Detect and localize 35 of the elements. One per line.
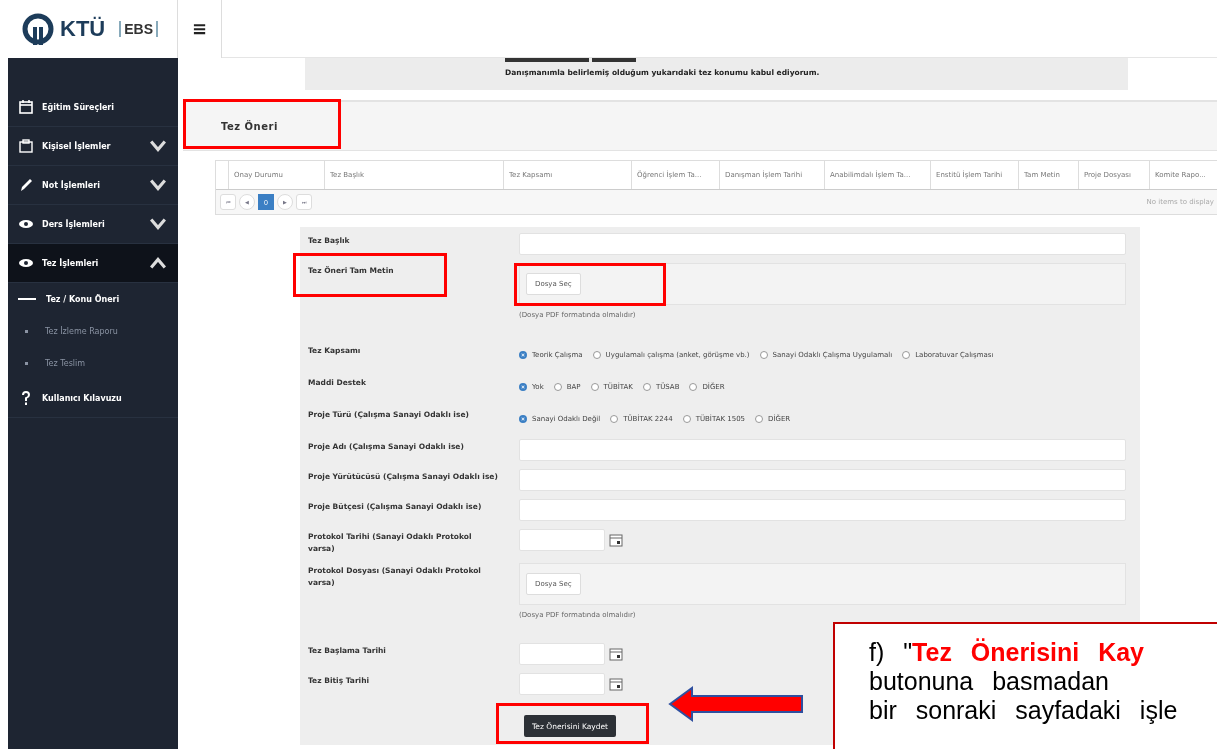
sidebar-item[interactable]: Kişisel İşlemler — [8, 127, 178, 166]
arrow-icon — [668, 686, 804, 722]
sidebar-item[interactable]: Kullanıcı Kılavuzu — [8, 379, 178, 418]
logo-badge: EBS — [119, 21, 158, 37]
calendar-icon — [18, 99, 34, 115]
chevron-icon — [150, 216, 166, 232]
menu-button[interactable]: ≡ — [178, 0, 222, 58]
calendar-icon[interactable] — [609, 677, 623, 691]
chevron-icon — [150, 138, 166, 154]
date-field[interactable] — [519, 529, 605, 551]
input-field[interactable] — [519, 469, 1126, 491]
sidebar-subitem[interactable]: Tez Teslim — [8, 347, 178, 379]
pencil-icon — [18, 177, 34, 193]
calendar-icon[interactable] — [609, 647, 623, 661]
clipboard-icon — [18, 138, 34, 154]
sidebar-item[interactable]: Tez İşlemleri — [8, 244, 178, 283]
sidebar-subitem[interactable]: Tez İzleme Raporu — [8, 315, 178, 347]
chevron-icon — [150, 177, 166, 193]
sidebar-item[interactable]: Eğitim Süreçleri — [8, 88, 178, 127]
logo-text: KTÜ — [60, 16, 106, 42]
date-field[interactable] — [519, 673, 605, 695]
chevron-icon — [150, 255, 166, 271]
calendar-icon[interactable] — [609, 533, 623, 547]
callout-text: f) "Tez Önerisini Kay — [869, 638, 1146, 667]
input-field[interactable] — [519, 439, 1126, 461]
logo-icon — [22, 13, 54, 45]
callout-text: bir sonraki sayfadaki işle — [869, 696, 1179, 725]
input-field[interactable] — [519, 499, 1126, 521]
panel-title: Tez Öneri — [221, 120, 278, 132]
button-edge — [592, 58, 636, 62]
date-field[interactable] — [519, 643, 605, 665]
input-field[interactable] — [519, 233, 1126, 255]
callout-text: butonuna basmadan — [869, 667, 1110, 696]
sidebar-item[interactable]: Not İşlemleri — [8, 166, 178, 205]
sidebar-subitem[interactable]: Tez / Konu Öneri — [8, 283, 178, 315]
